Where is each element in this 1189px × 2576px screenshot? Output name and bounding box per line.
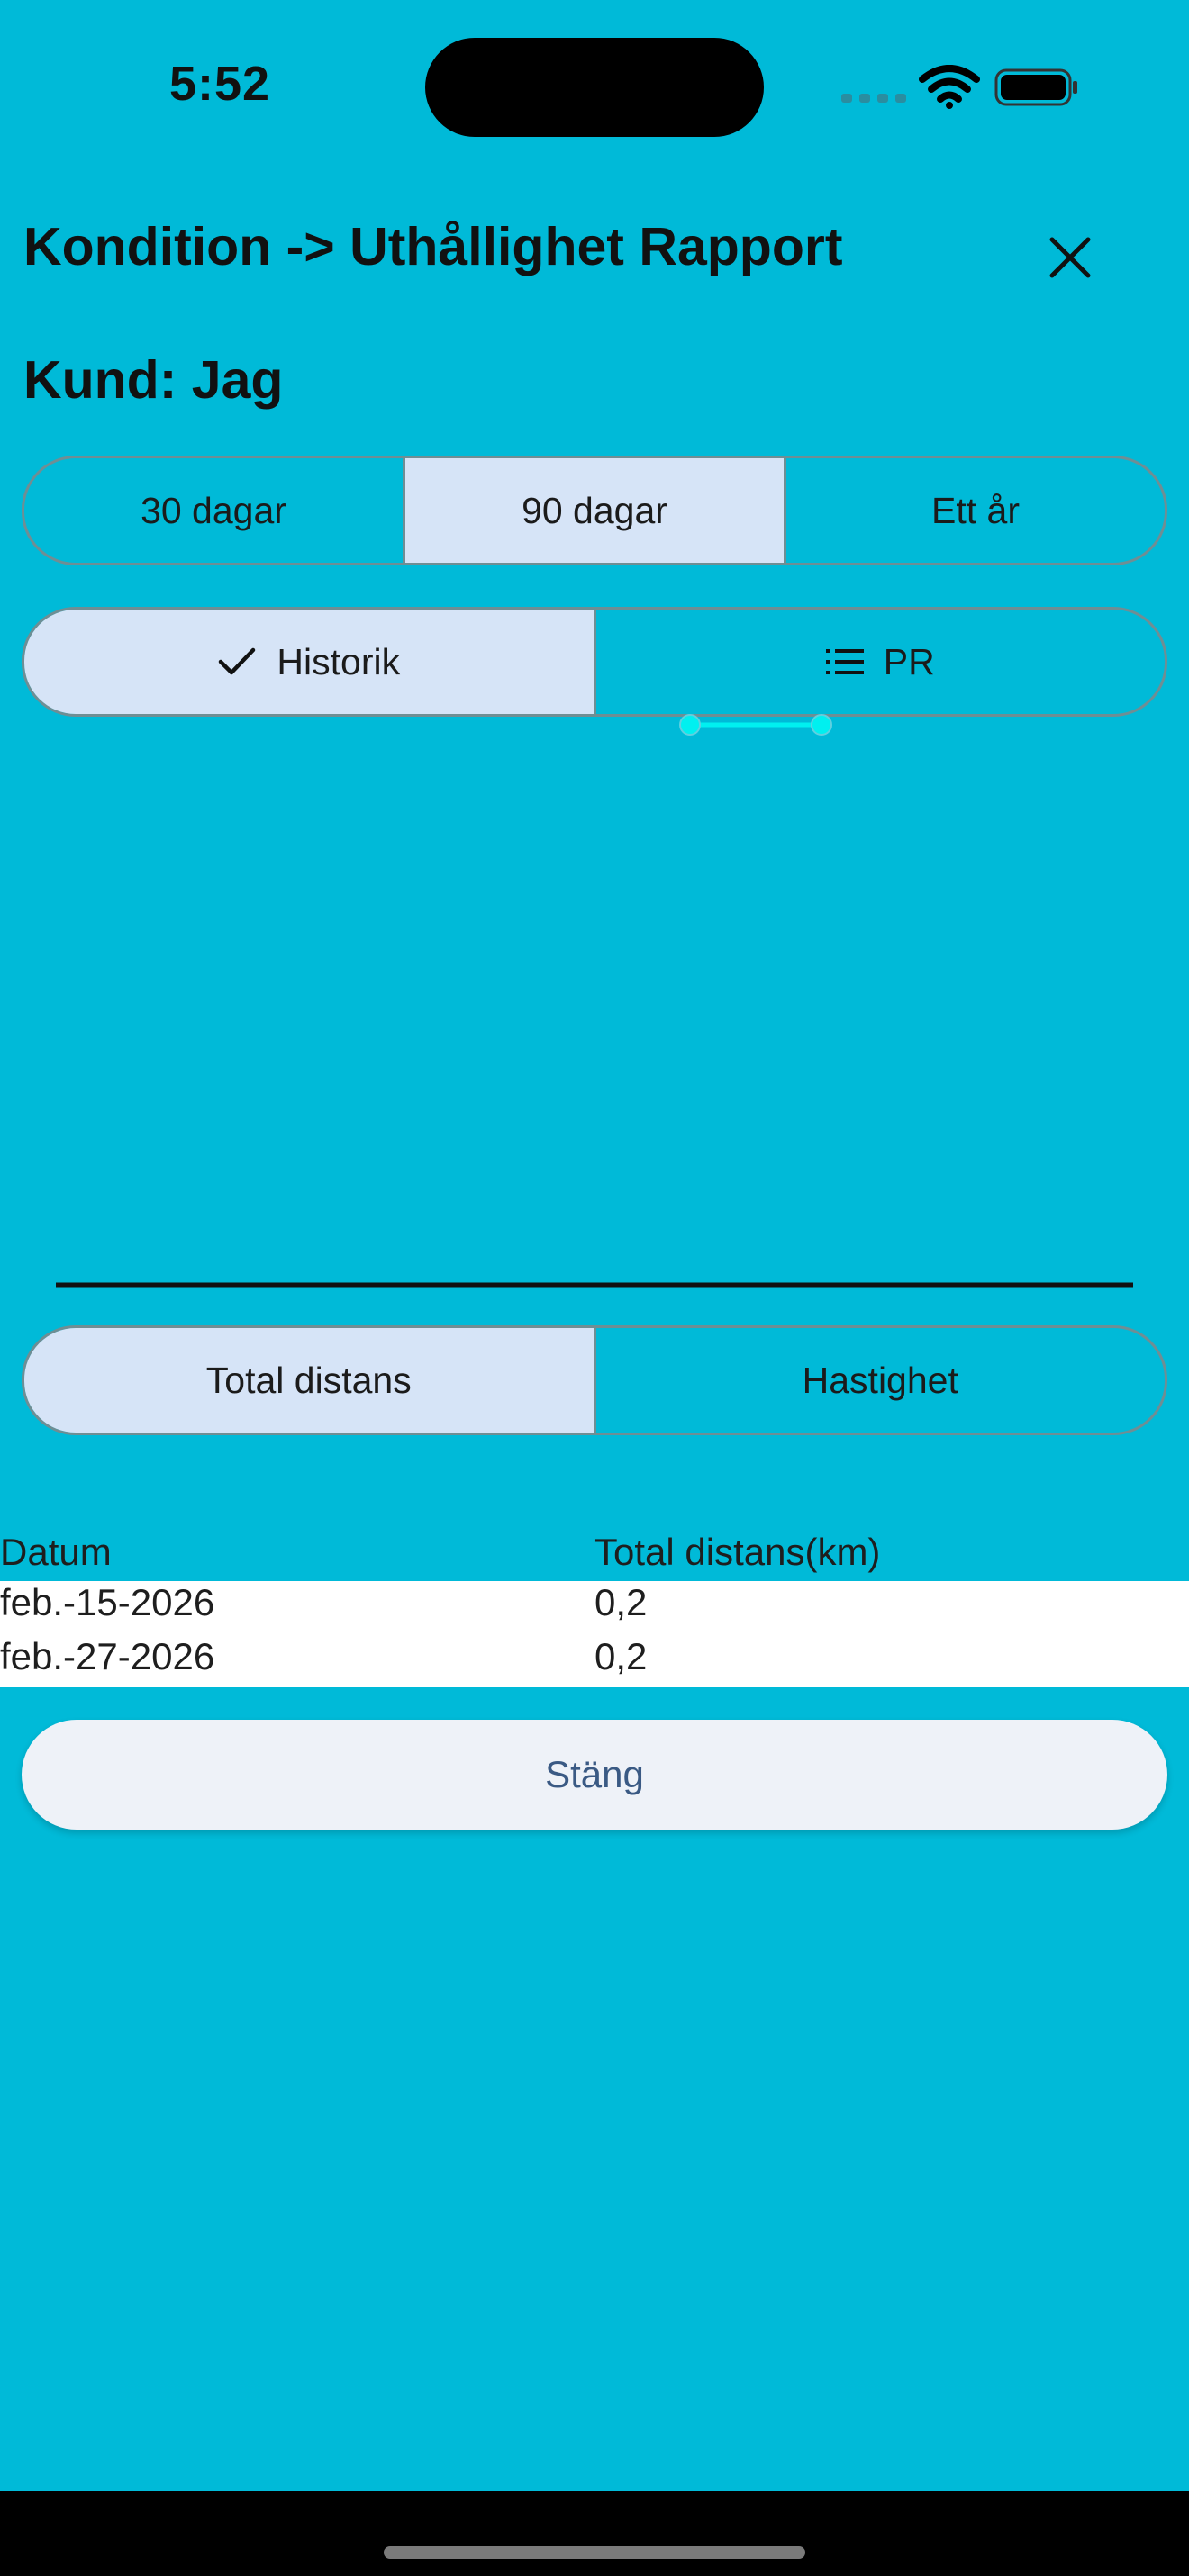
close-icon	[1049, 237, 1091, 278]
cell-date: feb.-27-2026	[0, 1635, 215, 1677]
cellular-signal-icon	[841, 94, 906, 103]
metric-option-label: Total distans	[205, 1359, 412, 1401]
range-option-label: Ett år	[931, 489, 1020, 531]
metric-selector: Total distans Hastighet	[22, 1325, 1167, 1435]
cell-date: feb.-15-2026	[0, 1581, 215, 1623]
metric-option-label: Hastighet	[802, 1359, 958, 1401]
column-header-date: Datum	[0, 1531, 112, 1573]
list-icon	[825, 649, 864, 674]
distance-chart	[56, 714, 1133, 1288]
range-option-label: 90 dagar	[522, 489, 667, 531]
cell-distance: 0,2	[594, 1635, 648, 1677]
range-option-year[interactable]: Ett år	[784, 458, 1165, 563]
close-button[interactable]	[1036, 223, 1104, 292]
battery-icon	[994, 68, 1077, 106]
range-selector: 30 dagar 90 dagar Ett år	[22, 456, 1167, 565]
range-option-label: 30 dagar	[141, 489, 286, 531]
metric-option-total-distance[interactable]: Total distans	[24, 1328, 594, 1433]
home-indicator[interactable]	[384, 2546, 805, 2559]
table-header: Datum Total distans(km)	[0, 1531, 1189, 1581]
range-option-30[interactable]: 30 dagar	[24, 458, 403, 563]
column-header-distance: Total distans(km)	[594, 1531, 881, 1573]
data-point[interactable]	[679, 714, 701, 736]
page-title: Kondition -> Uthållighet Rapport	[23, 217, 843, 276]
metric-option-speed[interactable]: Hastighet	[593, 1328, 1166, 1433]
check-icon	[219, 647, 256, 675]
view-option-label: PR	[883, 640, 935, 682]
cell-distance: 0,2	[594, 1581, 648, 1623]
table-body: feb.-15-2026 0,2 feb.-27-2026 0,2	[0, 1581, 1189, 1687]
dynamic-island	[425, 38, 764, 137]
data-point[interactable]	[811, 714, 832, 736]
customer-label: Kund: Jag	[23, 350, 284, 410]
table-row: feb.-15-2026 0,2	[0, 1581, 1189, 1633]
close-report-label: Stäng	[545, 1753, 644, 1795]
range-option-90[interactable]: 90 dagar	[403, 458, 784, 563]
close-report-button[interactable]: Stäng	[22, 1720, 1167, 1830]
view-option-label: Historik	[277, 640, 401, 682]
wifi-icon	[919, 65, 980, 109]
bottom-bar	[0, 2491, 1189, 2576]
table-row: feb.-27-2026 0,2	[0, 1635, 1189, 1687]
status-time: 5:52	[169, 57, 271, 111]
